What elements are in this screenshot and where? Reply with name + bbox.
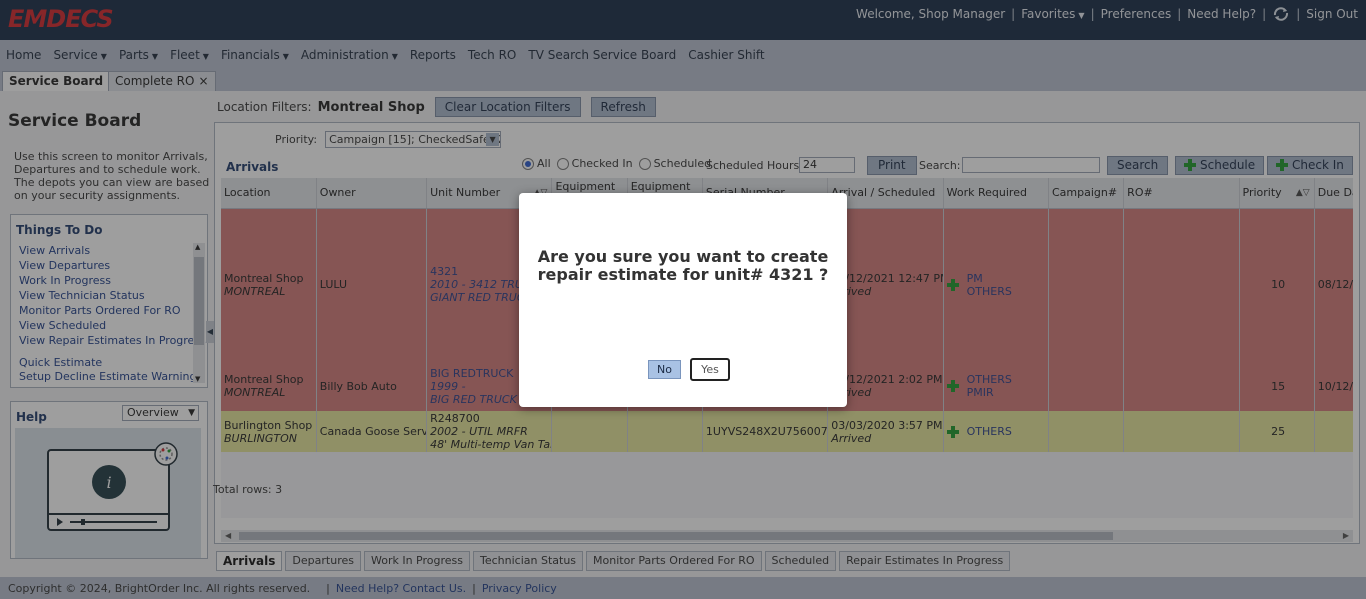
dialog-message: Are you sure you want to create repair e…: [537, 247, 829, 284]
yes-button[interactable]: Yes: [690, 358, 730, 381]
no-button[interactable]: No: [648, 360, 681, 379]
confirm-dialog: Are you sure you want to create repair e…: [519, 193, 847, 407]
